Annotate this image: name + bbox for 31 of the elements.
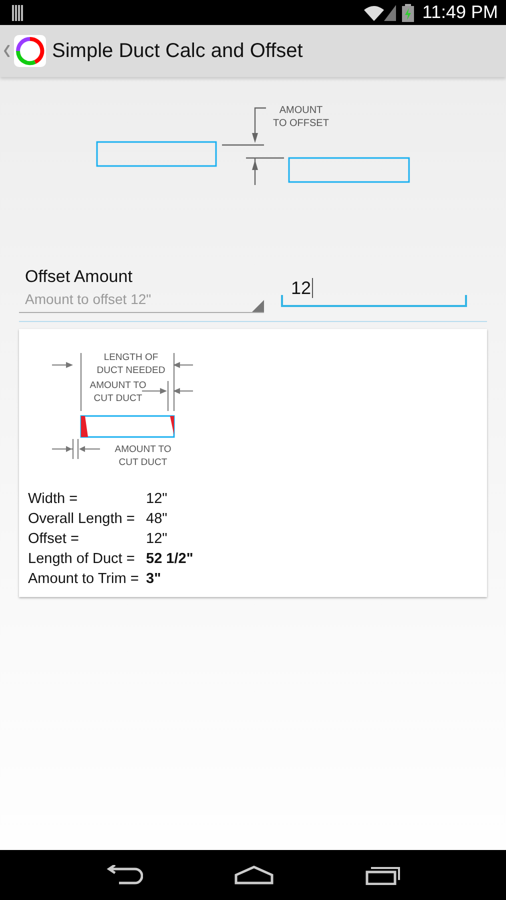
recent-apps-icon[interactable] — [364, 865, 401, 885]
result-label: Amount to Trim = — [28, 570, 140, 589]
wifi-icon — [364, 4, 384, 20]
result-value: 3" — [146, 570, 162, 589]
clock-time: 11:49 PM — [422, 2, 498, 23]
battery-icon — [402, 4, 414, 22]
length-label: LENGTH OF — [104, 352, 158, 363]
cut-label: AMOUNT TO — [114, 444, 172, 455]
result-value: 12" — [146, 530, 168, 549]
back-icon[interactable] — [105, 865, 144, 885]
result-value: 52 1/2" — [146, 550, 194, 569]
offset-spinner[interactable]: Offset Amount Amount to offset 12" — [19, 265, 264, 313]
app-title: Simple Duct Calc and Offset — [52, 40, 303, 62]
notification-icon — [12, 4, 24, 20]
app-logo-icon[interactable] — [14, 35, 46, 67]
cut-label: CUT DUCT — [94, 393, 142, 404]
result-label: Width = — [28, 490, 79, 509]
back-caret-icon[interactable] — [4, 45, 10, 57]
home-icon[interactable] — [234, 865, 274, 885]
result-value: 48" — [146, 510, 168, 529]
result-label: Length of Duct = — [28, 550, 136, 569]
dropdown-triangle-icon — [252, 300, 264, 312]
result-label: Offset = — [28, 530, 80, 549]
cut-label: CUT DUCT — [118, 457, 168, 468]
length-label: DUCT NEEDED — [96, 365, 166, 376]
cut-label: AMOUNT TO — [90, 380, 146, 391]
offset-label: AMOUNT — [279, 105, 323, 116]
offset-label: TO OFFSET — [273, 118, 329, 129]
result-value: 12" — [146, 490, 168, 509]
result-label: Overall Length = — [28, 510, 136, 529]
signal-icon — [384, 4, 396, 20]
